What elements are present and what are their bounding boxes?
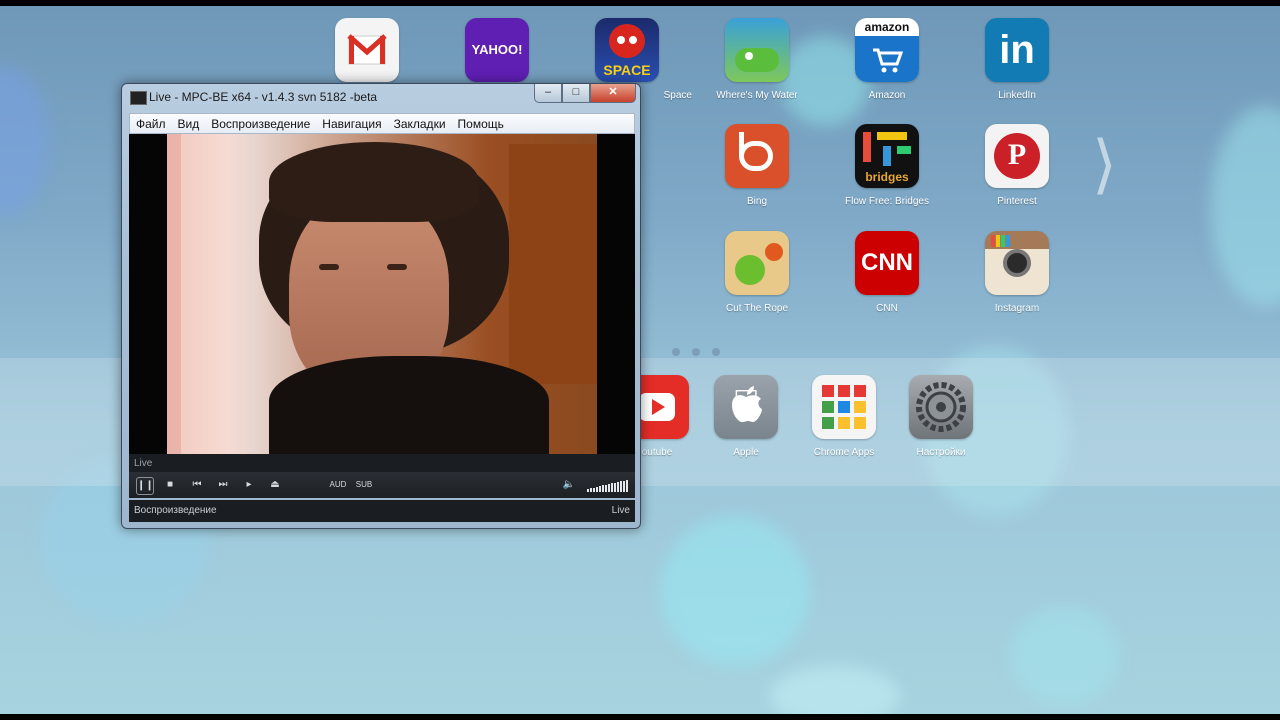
app-instagram[interactable]: Instagram xyxy=(952,231,1082,314)
dock-app-settings[interactable]: Настройки xyxy=(876,375,1006,458)
pinterest-icon: P xyxy=(985,124,1049,188)
bing-icon xyxy=(725,124,789,188)
app-label: Cut The Rope xyxy=(725,303,789,314)
film-icon xyxy=(130,91,147,105)
volume-bar xyxy=(590,488,592,492)
video-frame[interactable] xyxy=(129,134,635,454)
yahoo-icon: YAHOO! xyxy=(465,18,529,82)
menu-bookmarks[interactable]: Закладки xyxy=(388,117,452,131)
app-label: Настройки xyxy=(916,447,966,458)
app-label: Where's My Water xyxy=(716,90,798,101)
page-indicator xyxy=(672,348,720,356)
menu-play[interactable]: Воспроизведение xyxy=(205,117,316,131)
bokeh-light xyxy=(660,516,810,666)
menu-view[interactable]: Вид xyxy=(172,117,206,131)
bokeh-light xyxy=(770,666,900,714)
previous-button[interactable]: ⏮ xyxy=(189,477,205,493)
flow-free-bridges-icon: bridges xyxy=(855,124,919,188)
app-amazon[interactable]: amazon Amazon xyxy=(822,18,952,101)
gmail-icon xyxy=(335,18,399,82)
menu-navigate[interactable]: Навигация xyxy=(316,117,387,131)
window-controls: – □ ✕ xyxy=(534,84,636,103)
next-button[interactable]: ⏭ xyxy=(215,477,231,493)
info-text: Live xyxy=(134,458,153,469)
apple-icon:  xyxy=(714,375,778,439)
window-title: Live - MPC-BE x64 - v1.4.3 svn 5182 -bet… xyxy=(149,90,378,104)
volume-bar xyxy=(599,486,601,492)
app-label: Instagram xyxy=(994,303,1040,314)
app-label: Bing xyxy=(746,196,767,207)
menu-help[interactable]: Помощь xyxy=(452,117,510,131)
yahoo-logo-text: YAHOO! xyxy=(471,42,523,57)
pause-button[interactable]: ❙❙ xyxy=(136,477,154,495)
close-button[interactable]: ✕ xyxy=(590,84,636,103)
app-flow-free-bridges[interactable]: bridges Flow Free: Bridges xyxy=(822,124,952,207)
status-right: Live xyxy=(611,505,630,516)
volume-bar xyxy=(617,482,619,492)
window-titlebar[interactable]: Live - MPC-BE x64 - v1.4.3 svn 5182 -bet… xyxy=(122,84,640,110)
instagram-icon xyxy=(985,231,1049,295)
frame-step-button[interactable]: ▸ xyxy=(241,477,257,493)
page-dot[interactable] xyxy=(692,348,700,356)
bokeh-light xyxy=(0,66,50,216)
next-page-chevron-icon[interactable]: ⟩ xyxy=(1092,132,1117,196)
volume-bar xyxy=(614,483,616,492)
amazon-icon: amazon xyxy=(855,18,919,82)
cnn-icon: CNN xyxy=(855,231,919,295)
app-bing[interactable]: Bing xyxy=(692,124,822,207)
app-label: Amazon xyxy=(868,90,906,101)
app-wheres-my-water[interactable]: Where's My Water xyxy=(692,18,822,101)
cnn-logo-text: CNN xyxy=(861,249,913,276)
bridges-logo-text: bridges xyxy=(865,170,909,184)
amazon-logo-text: amazon xyxy=(864,20,910,34)
volume-bar xyxy=(620,481,622,492)
audio-track-button[interactable]: AUD xyxy=(327,477,349,493)
volume-bar xyxy=(623,481,625,492)
volume-bar xyxy=(626,480,628,492)
volume-slider[interactable] xyxy=(587,478,629,492)
app-label: CNN xyxy=(876,303,898,314)
linkedin-icon: in xyxy=(985,18,1049,82)
volume-bar xyxy=(587,489,589,492)
minimize-button[interactable]: – xyxy=(534,84,562,103)
app-cut-the-rope[interactable]: Cut The Rope xyxy=(692,231,822,314)
app-label: Flow Free: Bridges xyxy=(845,196,929,207)
stop-button[interactable]: ■ xyxy=(162,477,178,493)
subtitle-button[interactable]: SUB xyxy=(353,477,375,493)
cut-the-rope-icon xyxy=(725,231,789,295)
chrome-apps-icon xyxy=(812,375,876,439)
volume-bar xyxy=(605,485,607,492)
bokeh-light xyxy=(1010,606,1120,706)
linkedin-logo-text: in xyxy=(999,28,1035,72)
eject-button[interactable]: ⏏ xyxy=(267,477,283,493)
bokeh-light xyxy=(1210,106,1280,306)
status-left: Воспроизведение xyxy=(134,505,217,516)
settings-gear-icon xyxy=(909,375,973,439)
speaker-icon[interactable]: 🔈 xyxy=(561,477,577,493)
app-cnn[interactable]: CNN CNN xyxy=(822,231,952,314)
volume-bar xyxy=(602,485,604,492)
volume-bar xyxy=(596,487,598,492)
app-pinterest[interactable]: P Pinterest xyxy=(952,124,1082,207)
app-label: LinkedIn xyxy=(998,90,1036,101)
page-dot[interactable] xyxy=(672,348,680,356)
media-player-window[interactable]: Live - MPC-BE x64 - v1.4.3 svn 5182 -bet… xyxy=(121,83,641,529)
volume-bar xyxy=(611,483,613,492)
app-label: Pinterest xyxy=(997,196,1037,207)
space-logo-text: SPACE xyxy=(603,62,651,78)
info-line: Live xyxy=(129,454,635,472)
maximize-button[interactable]: □ xyxy=(562,84,590,103)
playback-controls: ❙❙ ■ ⏮ ⏭ ▸ ⏏ AUD SUB 🔈 xyxy=(129,472,635,498)
menu-bar: Файл Вид Воспроизведение Навигация Закла… xyxy=(129,113,635,134)
angry-birds-space-icon: SPACE xyxy=(595,18,659,82)
app-yahoo[interactable]: YAHOO! xyxy=(432,18,562,90)
menu-file[interactable]: Файл xyxy=(130,117,172,131)
volume-bar xyxy=(593,488,595,492)
page-dot[interactable] xyxy=(712,348,720,356)
app-gmail[interactable] xyxy=(302,18,432,90)
app-linkedin[interactable]: in LinkedIn xyxy=(952,18,1082,101)
volume-bar xyxy=(608,484,610,492)
wheres-my-water-icon xyxy=(725,18,789,82)
status-bar: Воспроизведение Live xyxy=(129,500,635,522)
